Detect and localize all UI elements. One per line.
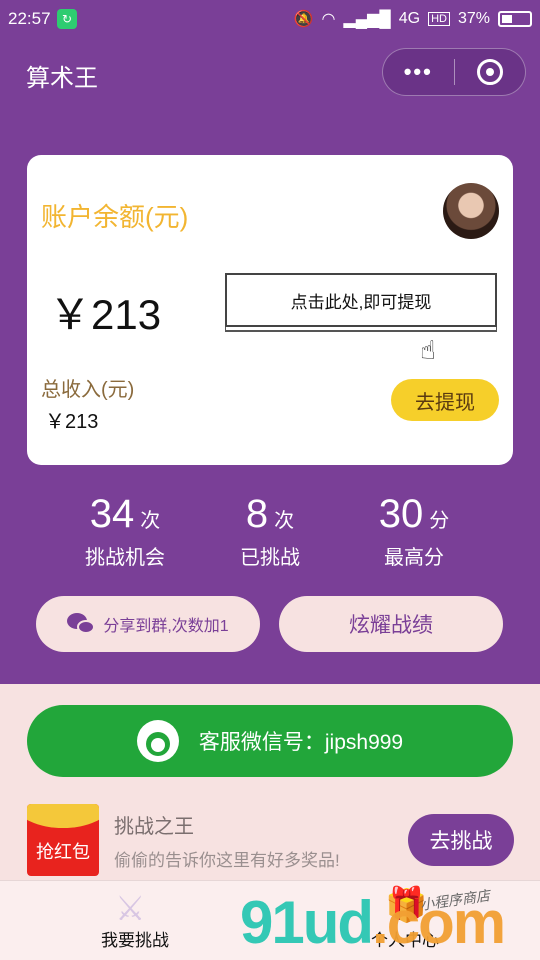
page-title: 算术王	[26, 65, 98, 92]
close-miniprogram-button[interactable]	[455, 59, 526, 85]
stat-high-score: 30 分 最高分	[339, 492, 489, 570]
stat-value: 8	[245, 492, 269, 536]
wechat-notification-icon: ↻	[57, 9, 77, 29]
status-time: 22:57	[8, 9, 51, 28]
stat-label: 已挑战	[240, 547, 300, 569]
go-challenge-button[interactable]: 去挑战	[408, 814, 514, 866]
stat-label: 挑战机会	[85, 547, 165, 569]
customer-service-icon	[136, 720, 179, 762]
lower-section: 客服微信号：jipsh999 抢红包 挑战之王 偷偷的告诉你这里有好多奖品! 去…	[0, 684, 540, 880]
battery-icon	[498, 11, 532, 27]
challenge-title: 挑战之王	[114, 816, 194, 838]
stat-value: 34	[89, 492, 135, 536]
status-indicators: 🔕 ◠ ▂▄▆█ 4G HD 37%	[294, 9, 532, 29]
tab-challenge[interactable]: ⚔ 我要挑战	[55, 881, 215, 960]
red-packet-label: 抢红包	[36, 842, 90, 862]
stat-chances: 34 次 挑战机会	[50, 492, 200, 570]
stat-unit: 次	[274, 510, 295, 532]
miniprogram-capsule: •••	[382, 48, 526, 96]
share-button[interactable]: 分享到群,次数加1	[36, 596, 260, 652]
stat-value: 30	[378, 492, 424, 536]
income-label: 总收入(元)	[41, 379, 135, 401]
balance-card: 账户余额(元) ￥213 点击此处,即可提现 ☝ 总收入(元) ￥213 去提现	[27, 155, 513, 465]
more-icon[interactable]: •••	[383, 59, 454, 85]
pointing-hand-icon: ☝	[420, 335, 436, 365]
crossed-swords-icon: ⚔	[115, 890, 146, 928]
signal-icon: ▂▄▆█	[343, 11, 391, 28]
mute-icon: 🔕	[293, 11, 314, 28]
challenge-description: 偷偷的告诉你这里有好多奖品!	[114, 851, 340, 870]
balance-amount: ￥213	[49, 291, 162, 338]
balance-label: 账户余额(元)	[41, 202, 189, 232]
share-label: 分享到群,次数加1	[103, 618, 229, 635]
hd-badge: HD	[428, 12, 450, 26]
network-type: 4G	[398, 10, 421, 27]
wechat-icon	[67, 613, 96, 635]
customer-service-button[interactable]: 客服微信号：jipsh999	[27, 705, 513, 777]
stat-label: 最高分	[384, 547, 444, 569]
income-amount: ￥213	[45, 411, 99, 433]
battery-percent: 37%	[457, 10, 490, 27]
withdraw-tip[interactable]: 点击此处,即可提现	[225, 273, 497, 327]
red-packet-icon: 抢红包	[27, 804, 99, 876]
status-bar: 22:57 ↻ 🔕 ◠ ▂▄▆█ 4G HD 37%	[0, 0, 540, 38]
show-off-button[interactable]: 炫耀战绩	[279, 596, 503, 652]
target-icon	[476, 59, 503, 85]
tab-label: 我要挑战	[101, 931, 169, 950]
stat-unit: 分	[429, 510, 450, 532]
stat-challenged: 8次 已挑战	[195, 492, 345, 570]
withdraw-button[interactable]: 去提现	[391, 379, 499, 421]
stat-unit: 次	[140, 510, 161, 532]
service-label: 客服微信号：jipsh999	[198, 731, 404, 754]
wifi-icon: ◠	[321, 11, 336, 28]
avatar[interactable]	[443, 183, 499, 239]
